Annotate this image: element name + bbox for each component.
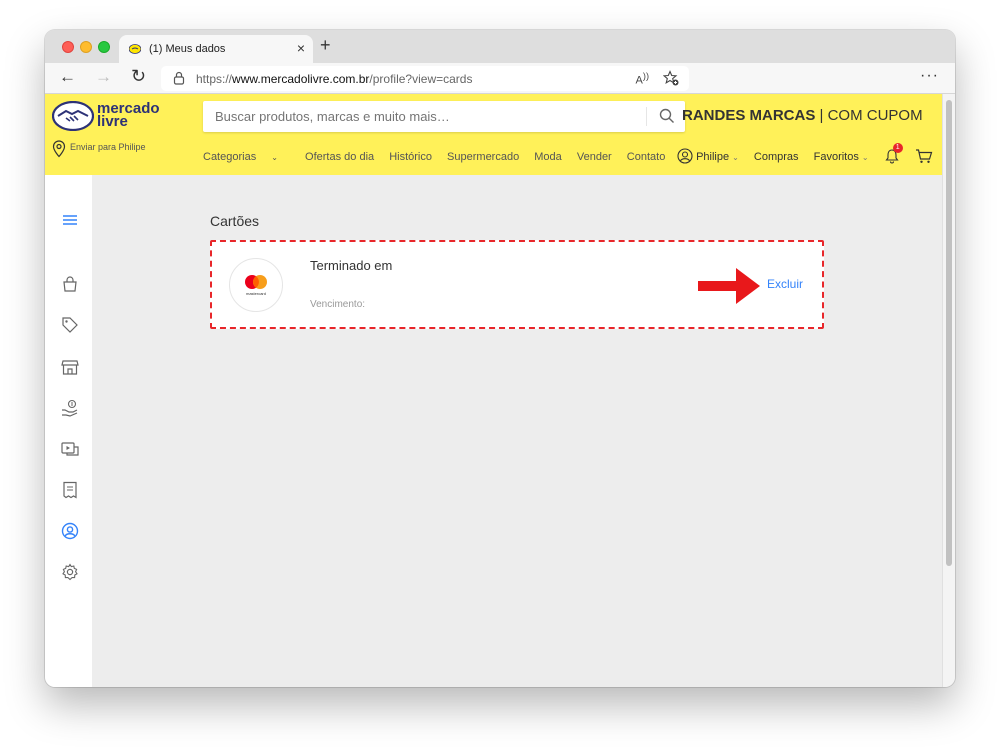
delete-card-link[interactable]: Excluir [767, 277, 803, 291]
search-icon[interactable] [659, 108, 675, 124]
red-arrow-icon [698, 268, 760, 304]
tab-title: (1) Meus dados [149, 43, 226, 55]
promo-banner[interactable]: RANDES MARCAS | COM CUPOM [682, 107, 923, 124]
chevron-down-icon: ⌄ [732, 153, 739, 162]
delivery-location[interactable]: Enviar para Philipe [52, 140, 162, 164]
user-menu[interactable]: Philipe ⌄ [696, 151, 739, 163]
user-avatar-icon [677, 148, 693, 164]
search-divider [646, 107, 647, 126]
read-aloud-icon[interactable]: A)) [636, 71, 649, 87]
close-window-button[interactable] [62, 41, 74, 53]
user-name: Philipe [696, 151, 730, 163]
nav-ofertas[interactable]: Ofertas do dia [305, 151, 374, 163]
chevron-down-icon: ⌄ [271, 153, 278, 162]
forward-button[interactable]: → [95, 67, 112, 87]
nav-historico[interactable]: Histórico [389, 151, 432, 163]
mercadolivre-favicon-icon [129, 44, 141, 54]
url-text: https://www.mercadolivre.com.br/profile?… [196, 72, 472, 86]
location-pin-icon [52, 140, 66, 158]
nav-contato[interactable]: Contato [627, 151, 666, 163]
search-input[interactable] [215, 109, 635, 124]
category-nav: Categorias ⌄ Ofertas do dia Histórico Su… [203, 151, 677, 163]
menu-icon[interactable] [61, 211, 79, 229]
favoritos-label: Favoritos [813, 151, 859, 163]
user-nav: Philipe ⌄ Compras Favoritos ⌄ 1 [677, 143, 933, 164]
notification-badge: 1 [892, 143, 903, 153]
card-brand-logo: mastercard [229, 258, 283, 312]
main-content: Cartões mastercard Terminado em Vencimen… [92, 175, 942, 687]
tab-strip: (1) Meus dados × + [45, 30, 955, 63]
new-tab-button[interactable]: + [320, 35, 331, 56]
url-path: /profile?view=cards [369, 72, 473, 86]
more-menu-button[interactable]: ··· [920, 67, 939, 85]
nav-supermercado[interactable]: Supermercado [447, 151, 519, 163]
money-hand-icon[interactable] [61, 399, 79, 417]
browser-toolbar: ← → ↻ https://www.mercadolivre.com.br/pr… [45, 63, 955, 94]
tab-close-button[interactable]: × [297, 40, 305, 56]
back-button[interactable]: ← [59, 67, 76, 87]
mercadolivre-logo[interactable]: mercado livre [52, 101, 172, 133]
nav-vender[interactable]: Vender [577, 151, 612, 163]
url-host: www.mercadolivre.com.br [232, 72, 370, 86]
site-header: mercado livre RANDES MARCAS | COM CUPOM … [45, 94, 942, 175]
add-favorite-icon[interactable] [663, 70, 679, 86]
gear-icon[interactable] [61, 563, 79, 581]
card-expiry-label: Vencimento: [310, 299, 366, 310]
scrollbar-thumb[interactable] [946, 100, 952, 566]
profile-icon[interactable] [61, 522, 79, 540]
nav-categorias-label: Categorias [203, 151, 257, 163]
tag-icon[interactable] [61, 316, 79, 334]
nav-categorias[interactable]: Categorias ⌄ [203, 151, 290, 163]
mastercard-icon: mastercard [245, 275, 267, 296]
browser-window: (1) Meus dados × + ← → ↻ https://www.mer… [45, 30, 955, 687]
vertical-scrollbar[interactable] [942, 94, 955, 687]
cart-icon[interactable] [915, 148, 933, 164]
nav-moda[interactable]: Moda [534, 151, 562, 163]
card-ending-label: Terminado em [310, 258, 393, 273]
promo-text: | COM CUPOM [815, 107, 923, 124]
chevron-down-icon: ⌄ [861, 153, 869, 162]
favoritos-menu[interactable]: Favoritos ⌄ [814, 151, 869, 163]
notifications-button[interactable]: 1 [884, 143, 903, 164]
compras-link[interactable]: Compras [754, 151, 799, 163]
account-sidebar [45, 175, 92, 687]
browser-tab[interactable]: (1) Meus dados × [119, 35, 313, 63]
handshake-logo-icon [52, 101, 94, 131]
maximize-window-button[interactable] [98, 41, 110, 53]
minimize-window-button[interactable] [80, 41, 92, 53]
delivery-label: Enviar para Philipe [70, 142, 146, 152]
media-icon[interactable] [61, 440, 79, 458]
url-scheme: https:// [196, 72, 233, 86]
logo-wordmark: mercado livre [97, 101, 160, 129]
search-bar [203, 101, 685, 132]
page-title: Cartões [210, 213, 260, 229]
lock-icon [173, 71, 185, 85]
store-icon[interactable] [61, 358, 79, 376]
card-brand-name: mastercard [246, 291, 266, 296]
bag-icon[interactable] [61, 275, 79, 293]
receipt-icon[interactable] [61, 481, 79, 499]
promo-bold-text: RANDES MARCAS [682, 107, 816, 124]
card-item: mastercard Terminado em Vencimento: Excl… [210, 240, 824, 329]
reload-button[interactable]: ↻ [131, 66, 146, 87]
address-bar[interactable]: https://www.mercadolivre.com.br/profile?… [161, 66, 689, 91]
